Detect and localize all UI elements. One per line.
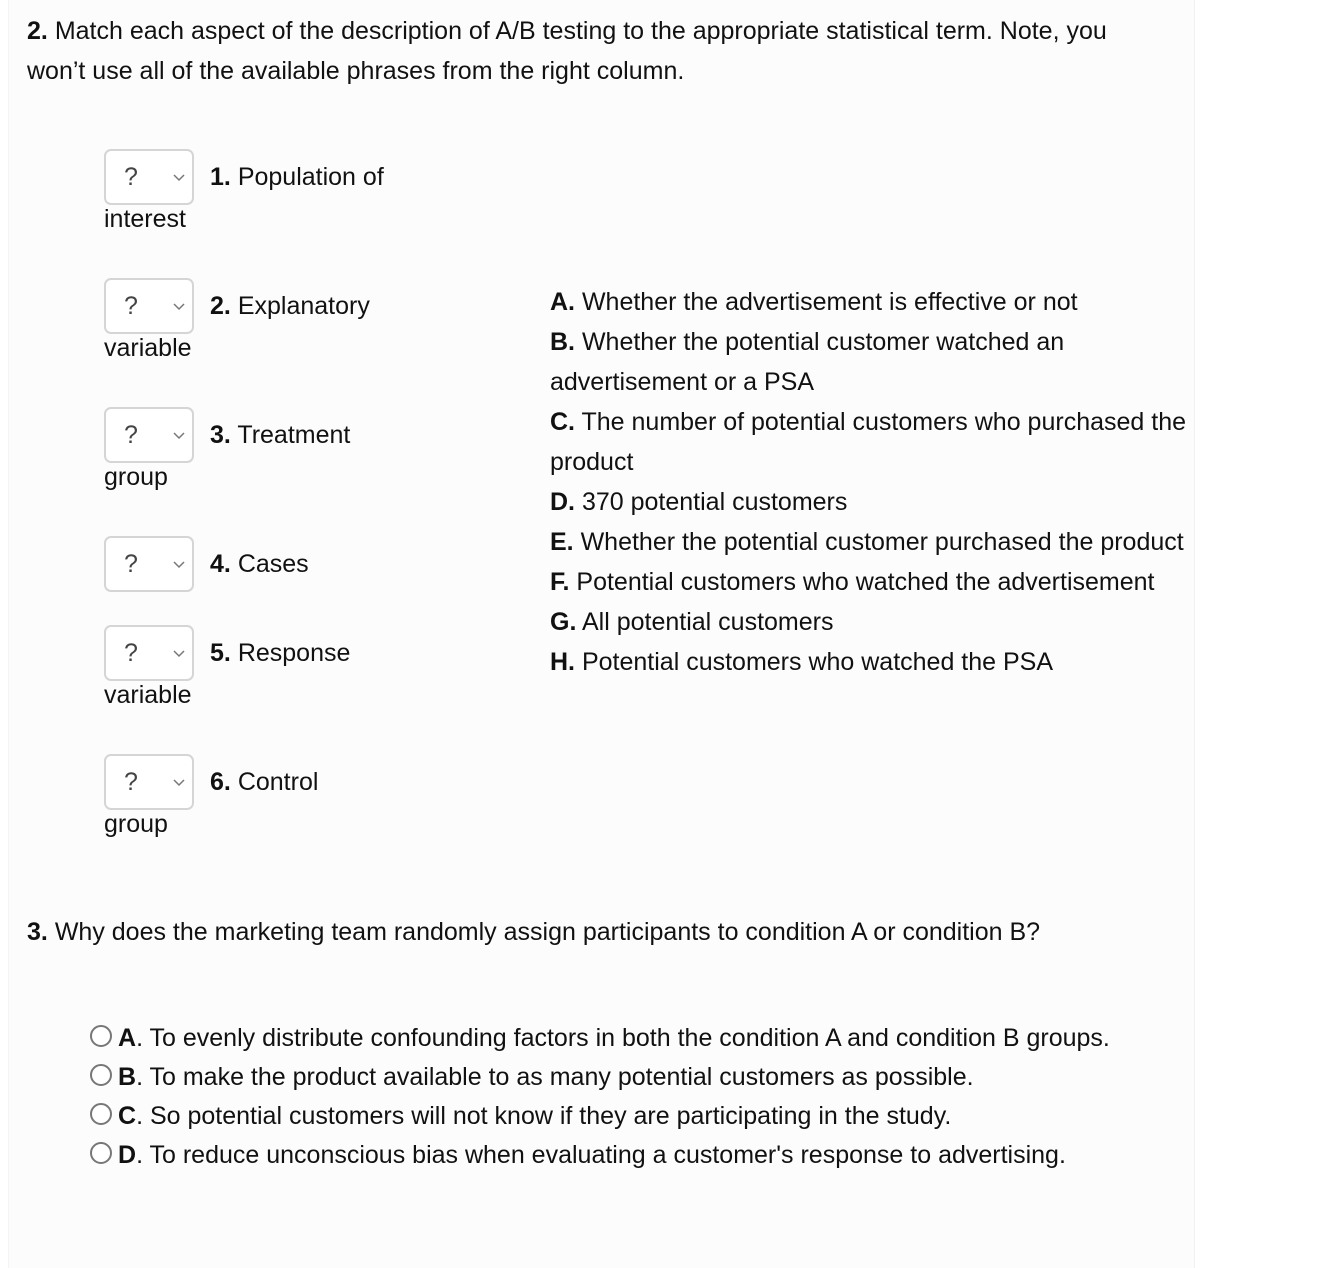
chevron-down-icon bbox=[173, 650, 185, 658]
option-h: H. Potential customers who watched the P… bbox=[550, 648, 1054, 676]
match-label-cont: interest bbox=[104, 205, 186, 233]
option-d: D. 370 potential customers bbox=[550, 488, 848, 516]
option-c: C. The number of potential customers who… bbox=[550, 408, 1187, 476]
radio-button-b[interactable] bbox=[90, 1064, 112, 1086]
match-label: 5. Response bbox=[210, 638, 351, 667]
select-value: ? bbox=[124, 767, 138, 796]
match-label-cont: group bbox=[104, 810, 168, 838]
match-select-6[interactable]: ? bbox=[104, 754, 194, 810]
option-a: A. Whether the advertisement is effectiv… bbox=[550, 288, 1078, 316]
answer-options-list: A. Whether the advertisement is effectiv… bbox=[550, 282, 1190, 682]
question-2-prompt: 2. Match each aspect of the description … bbox=[27, 11, 1167, 91]
select-value: ? bbox=[124, 549, 138, 578]
question-2-number: 2. bbox=[27, 17, 48, 45]
match-label: 2. Explanatory bbox=[210, 291, 370, 320]
match-label-cont: variable bbox=[104, 334, 192, 362]
match-select-1[interactable]: ? bbox=[104, 149, 194, 205]
select-value: ? bbox=[124, 420, 138, 449]
option-g: G. All potential customers bbox=[550, 608, 834, 636]
choice-c[interactable]: C. So potential customers will not know … bbox=[90, 1098, 1190, 1135]
match-label: 6. Control bbox=[210, 767, 319, 796]
match-select-4[interactable]: ? bbox=[104, 536, 194, 592]
question-3-number: 3. bbox=[27, 918, 48, 946]
match-label-cont: variable bbox=[104, 681, 192, 709]
match-item-1: ? 1. Population of interest bbox=[104, 147, 444, 239]
option-e: E. Whether the potential customer purcha… bbox=[550, 528, 1184, 556]
chevron-down-icon bbox=[173, 303, 185, 311]
select-value: ? bbox=[124, 291, 138, 320]
match-label: 3. Treatment bbox=[210, 420, 351, 449]
choice-a[interactable]: A. To evenly distribute confounding fact… bbox=[90, 1020, 1190, 1057]
match-item-2: ? 2. Explanatory variable bbox=[104, 276, 444, 368]
radio-button-a[interactable] bbox=[90, 1025, 112, 1047]
radio-button-c[interactable] bbox=[90, 1103, 112, 1125]
question-3-prompt: 3. Why does the marketing team randomly … bbox=[27, 913, 1167, 952]
chevron-down-icon bbox=[173, 432, 185, 440]
choice-d[interactable]: D. To reduce unconscious bias when evalu… bbox=[90, 1137, 1190, 1174]
question-3-choices: A. To evenly distribute confounding fact… bbox=[90, 1020, 1190, 1176]
option-f: F. Potential customers who watched the a… bbox=[550, 568, 1155, 596]
select-value: ? bbox=[124, 162, 138, 191]
match-item-5: ? 5. Response variable bbox=[104, 623, 444, 715]
match-label-cont: group bbox=[104, 463, 168, 491]
match-select-3[interactable]: ? bbox=[104, 407, 194, 463]
option-b: B. Whether the potential customer watche… bbox=[550, 328, 1065, 396]
match-item-6: ? 6. Control group bbox=[104, 752, 444, 844]
radio-button-d[interactable] bbox=[90, 1142, 112, 1164]
match-select-2[interactable]: ? bbox=[104, 278, 194, 334]
chevron-down-icon bbox=[173, 174, 185, 182]
match-select-5[interactable]: ? bbox=[104, 625, 194, 681]
question-3-text: Why does the marketing team randomly ass… bbox=[54, 918, 1041, 946]
match-item-4: ? 4. Cases bbox=[104, 534, 444, 594]
match-label: 1. Population of bbox=[210, 162, 384, 191]
question-2-text: Match each aspect of the description of … bbox=[27, 17, 1107, 85]
match-item-3: ? 3. Treatment group bbox=[104, 405, 444, 497]
chevron-down-icon bbox=[173, 561, 185, 569]
choice-b[interactable]: B. To make the product available to as m… bbox=[90, 1059, 1190, 1096]
chevron-down-icon bbox=[173, 779, 185, 787]
match-label: 4. Cases bbox=[210, 549, 309, 578]
select-value: ? bbox=[124, 638, 138, 667]
